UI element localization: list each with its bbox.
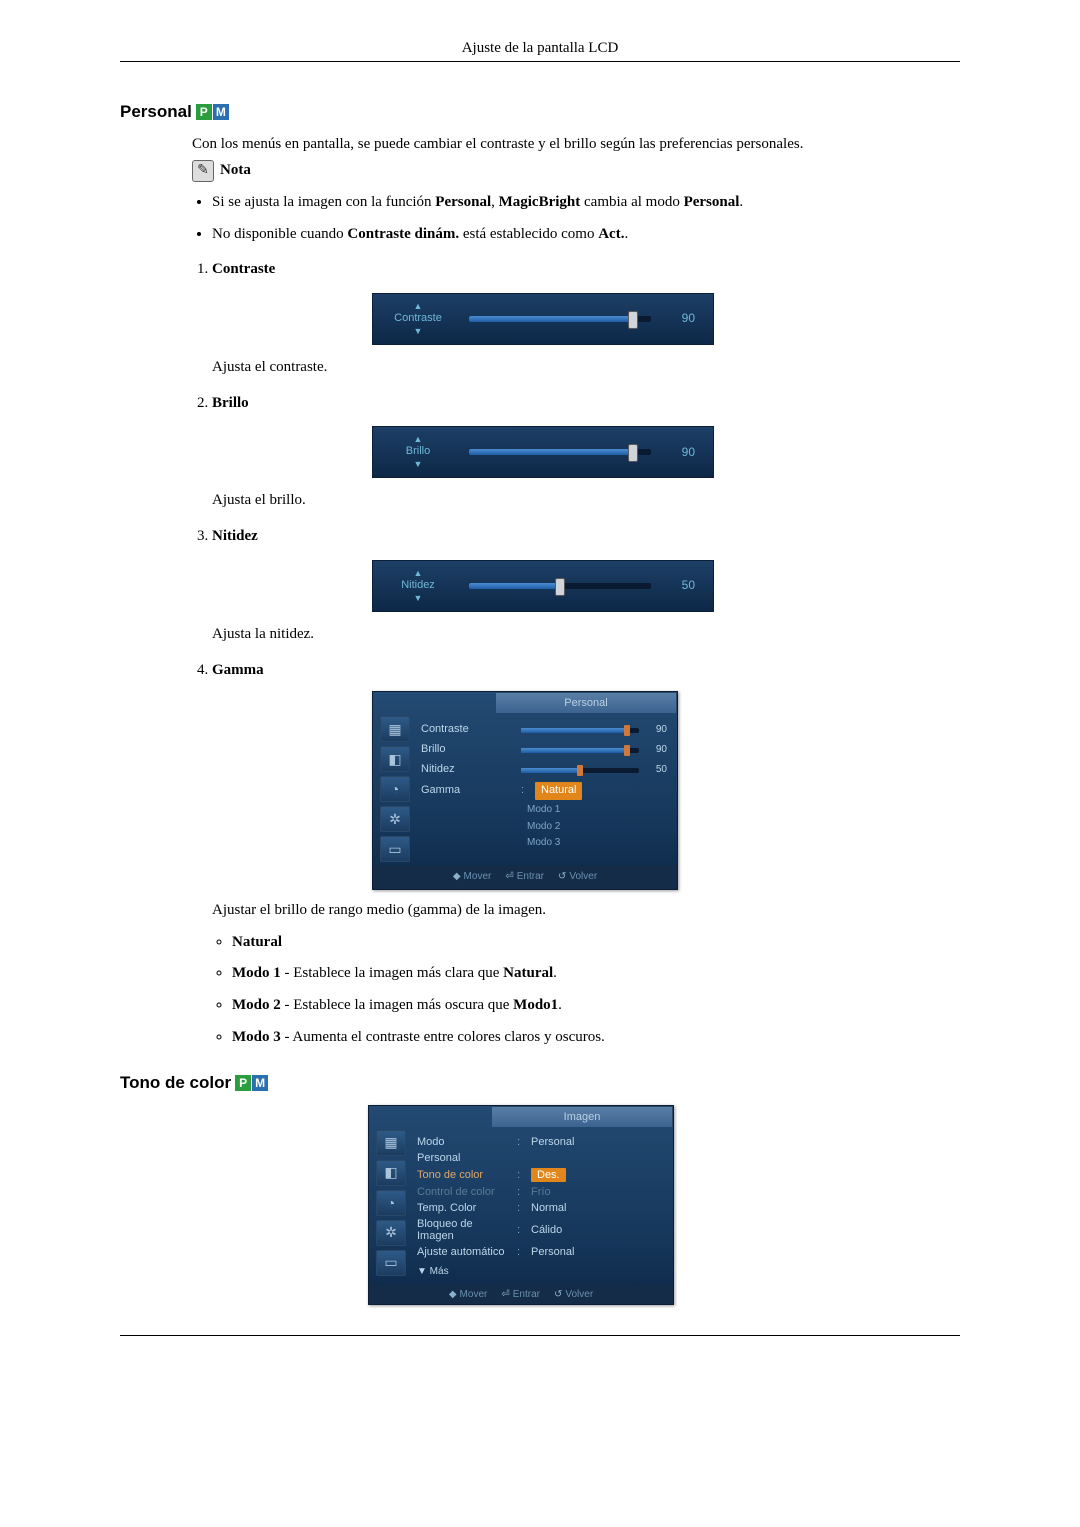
badge-m-icon: M — [252, 1075, 268, 1091]
note-icon: ✎ — [192, 160, 214, 182]
badge-p-icon: P — [196, 104, 212, 120]
arrow-up-icon: ▲ — [414, 302, 423, 311]
item-nitidez: Nitidez ▲ Nitidez ▼ 50 Ajusta la nitidez… — [212, 526, 960, 645]
note-bullet-2: No disponible cuando Contraste dinám. es… — [212, 224, 960, 246]
item-gamma: Gamma Personal ▦ ◧ ◔ ✲ ▭ Contraste90 — [212, 660, 960, 1049]
osd-icon-mode: ◧ — [380, 746, 410, 772]
section-title-text: Tono de color — [120, 1073, 231, 1093]
item-brillo: Brillo ▲ Brillo ▼ 90 Ajusta el brillo. — [212, 393, 960, 512]
badge-p-icon: P — [235, 1075, 251, 1091]
osd-icon-clock: ◔ — [380, 776, 410, 802]
badge-m-icon: M — [213, 104, 229, 120]
osd-icon-picture: ▦ — [380, 716, 410, 742]
osd-icon-input: ▭ — [380, 836, 410, 862]
osd-slider-brillo: ▲ Brillo ▼ 90 — [372, 426, 714, 478]
arrow-up-icon: ▲ — [414, 569, 423, 578]
item-contraste: Contraste ▲ Contraste ▼ 90 Ajusta el con… — [212, 259, 960, 378]
gamma-modo2: Modo 2 - Establece la imagen más oscura … — [232, 995, 960, 1017]
pm-badge: P M — [235, 1075, 268, 1091]
slider-track — [469, 583, 651, 589]
gamma-natural: Natural — [232, 932, 960, 954]
slider-track — [469, 316, 651, 322]
osd-menu-gamma: Personal ▦ ◧ ◔ ✲ ▭ Contraste90 Brillo90 — [372, 691, 678, 890]
section-title-personal: Personal P M — [120, 102, 960, 122]
slider-track — [469, 449, 651, 455]
osd-slider-nitidez: ▲ Nitidez ▼ 50 — [372, 560, 714, 612]
section-title-tono: Tono de color P M — [120, 1073, 960, 1093]
pm-badge: P M — [196, 104, 229, 120]
osd-icon-clock: ◔ — [376, 1190, 406, 1216]
arrow-up-icon: ▲ — [414, 435, 423, 444]
intro-text: Con los menús en pantalla, se puede camb… — [192, 134, 960, 156]
osd-icon-gear: ✲ — [380, 806, 410, 832]
osd-icon-mode: ◧ — [376, 1160, 406, 1186]
osd-slider-contraste: ▲ Contraste ▼ 90 — [372, 293, 714, 345]
osd-icon-gear: ✲ — [376, 1220, 406, 1246]
arrow-down-icon: ▼ — [414, 594, 423, 603]
osd-tab-label: Imagen — [491, 1106, 673, 1127]
osd-more-label: ▼ Más — [417, 1266, 663, 1277]
page-header: Ajuste de la pantalla LCD — [120, 40, 960, 62]
gamma-modo1: Modo 1 - Establece la imagen más clara q… — [232, 963, 960, 985]
note-bullet-1: Si se ajusta la imagen con la función Pe… — [212, 192, 960, 214]
gamma-modo3: Modo 3 - Aumenta el contraste entre colo… — [232, 1027, 960, 1049]
osd-tab-label: Personal — [495, 692, 677, 713]
section-title-text: Personal — [120, 102, 192, 122]
osd-icon-input: ▭ — [376, 1250, 406, 1276]
note-label: Nota — [220, 160, 251, 182]
arrow-down-icon: ▼ — [414, 460, 423, 469]
arrow-down-icon: ▼ — [414, 327, 423, 336]
osd-menu-tono: Imagen ▦ ◧ ◔ ✲ ▭ Modo:Personal Personal … — [368, 1105, 674, 1305]
osd-icon-picture: ▦ — [376, 1130, 406, 1156]
page-footer-rule — [120, 1335, 960, 1336]
